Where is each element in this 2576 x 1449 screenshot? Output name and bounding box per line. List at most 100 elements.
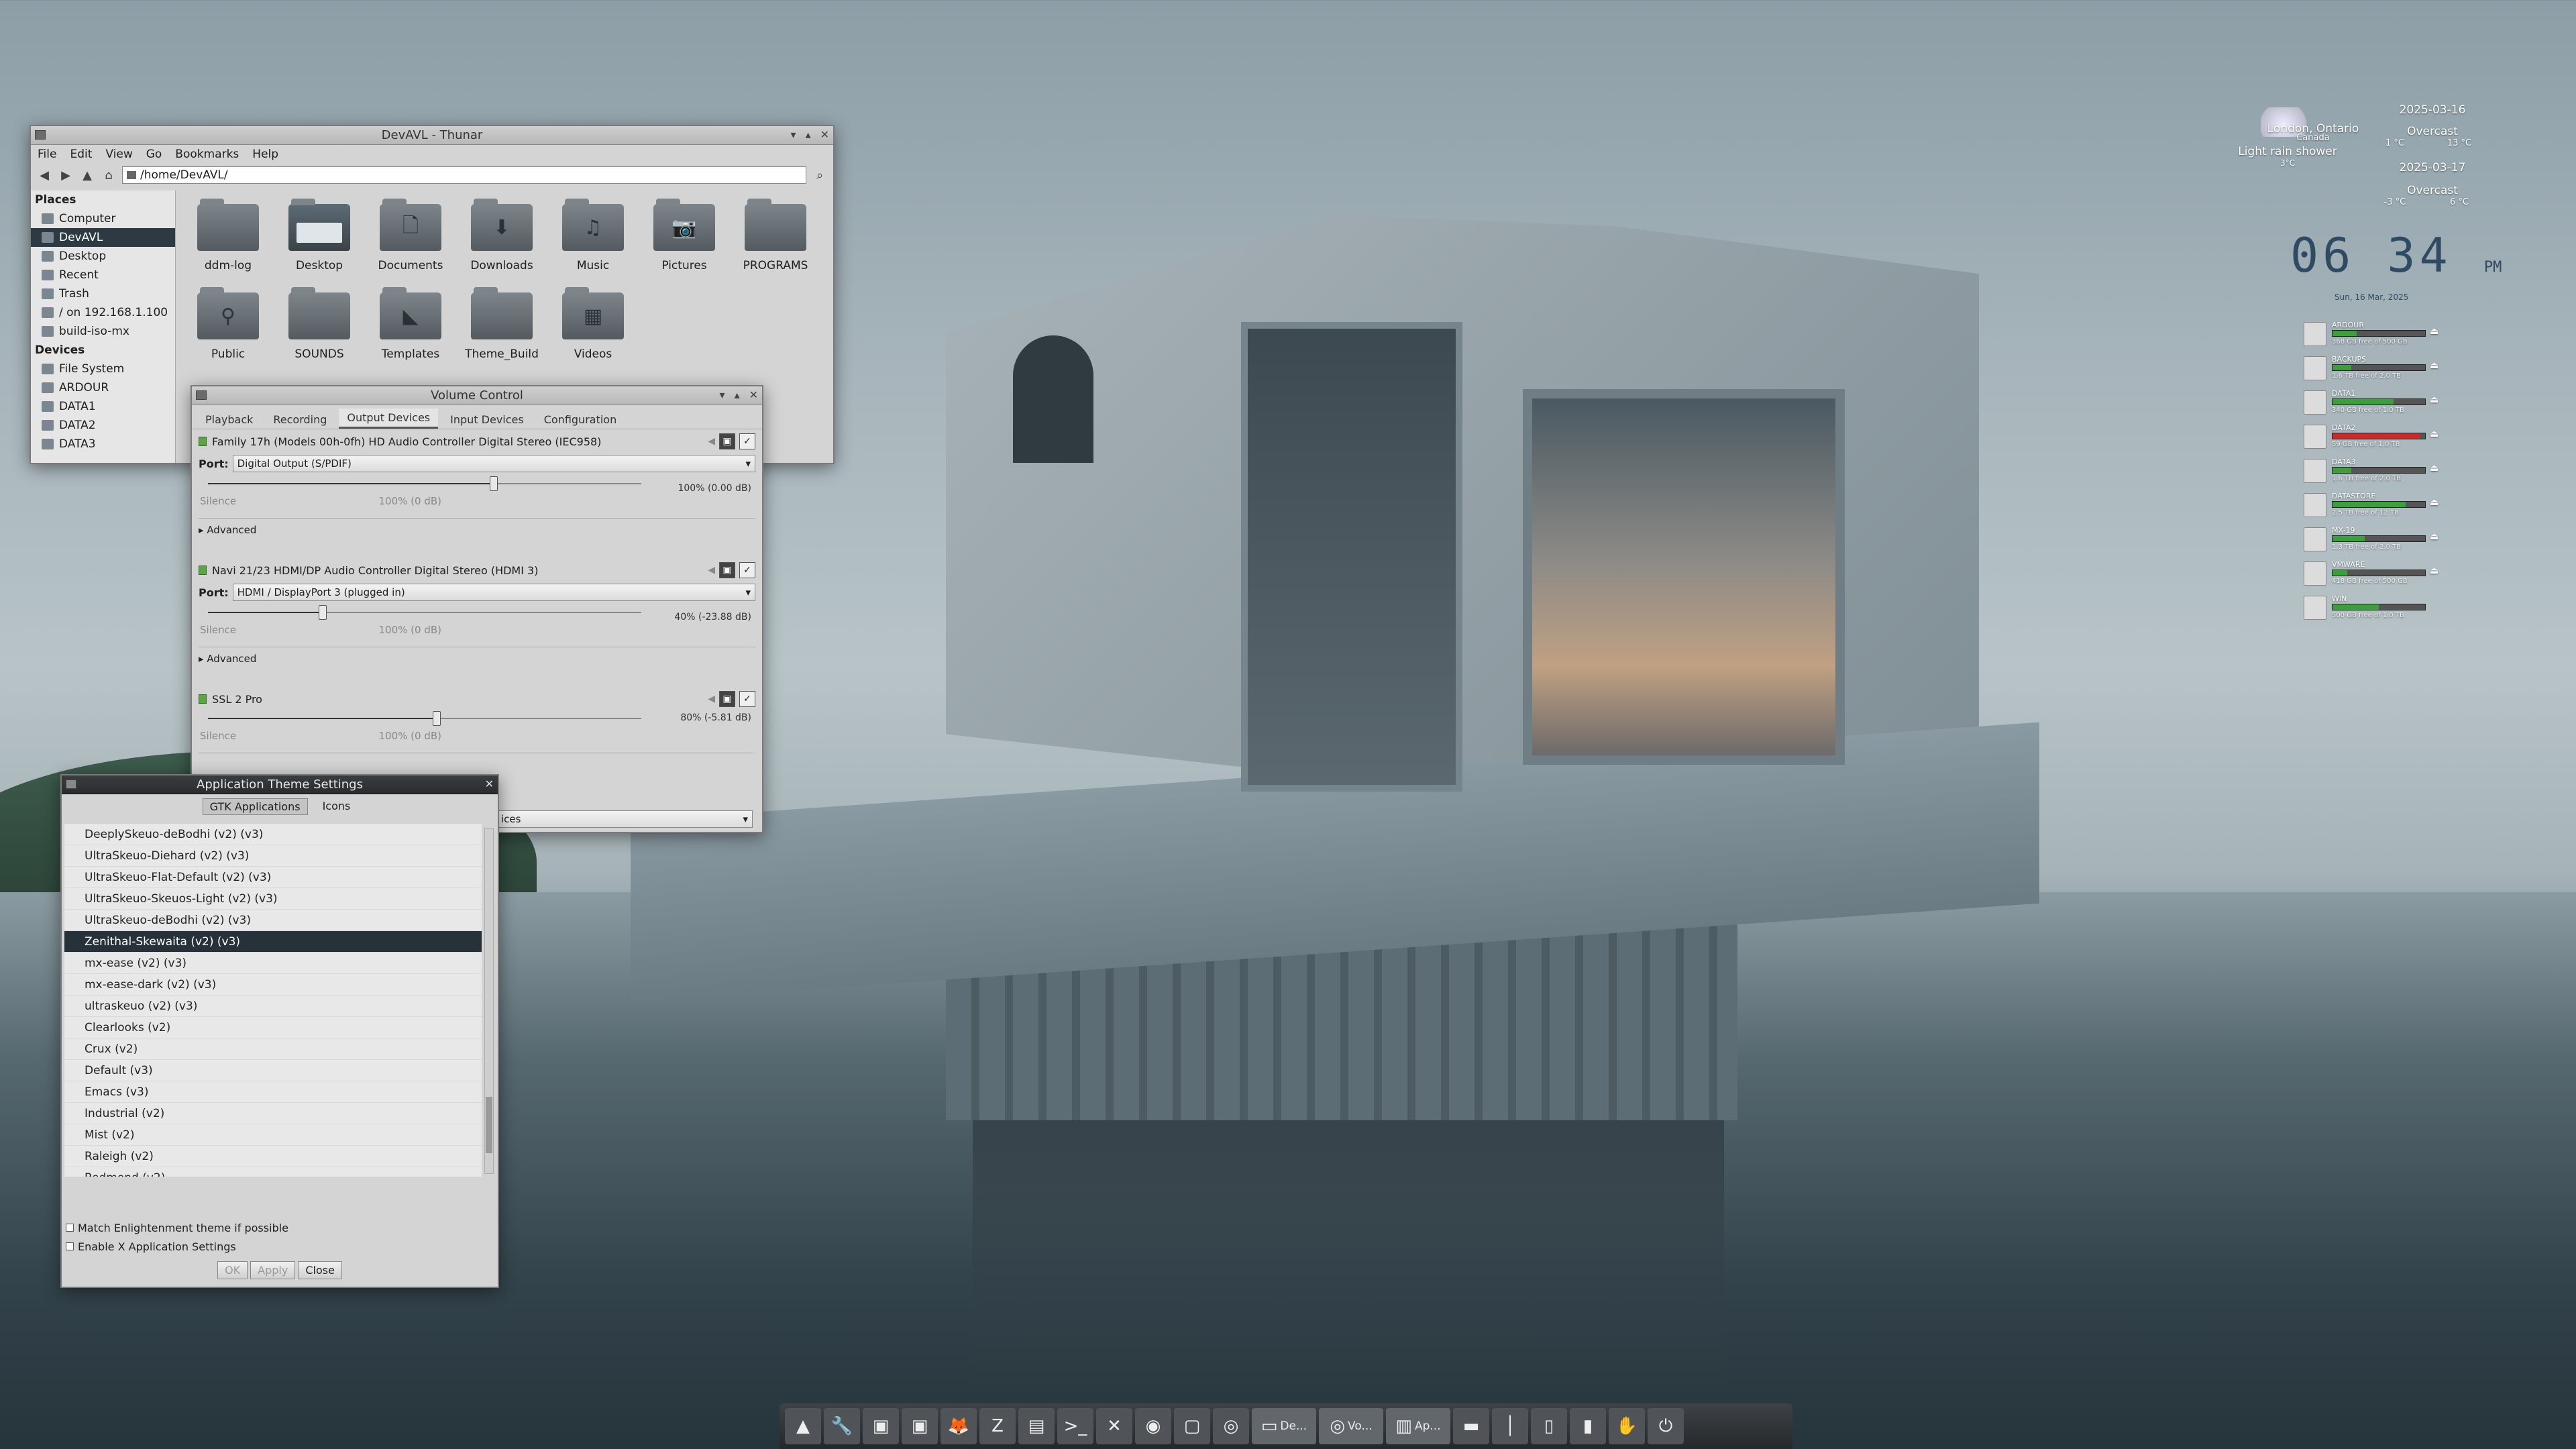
thunar-titlebar[interactable]: DevAVL - Thunar ▾ ▴ ✕ — [31, 126, 833, 145]
checkbox-icon[interactable] — [66, 1224, 74, 1232]
window-menu-icon[interactable] — [66, 780, 76, 789]
close-button[interactable]: Close — [298, 1261, 342, 1279]
theme-list-item[interactable]: Crux (v2) — [64, 1038, 482, 1060]
sidebar-item-data2[interactable]: DATA2 — [31, 416, 175, 435]
taskbar-menu-arrow[interactable]: ▲ — [785, 1408, 821, 1444]
folder-item[interactable]: PROGRAMS — [730, 199, 821, 284]
window-menu-icon[interactable] — [35, 130, 46, 140]
lock-channels-toggle[interactable]: ✓ — [739, 433, 755, 449]
advanced-expander[interactable]: ▸ Advanced — [199, 647, 755, 665]
theme-list-item[interactable]: ultraskeuo (v2) (v3) — [64, 996, 482, 1017]
theme-list-item[interactable]: Clearlooks (v2) — [64, 1017, 482, 1038]
eject-icon[interactable]: ⏏ — [2430, 326, 2438, 337]
theme-list-item[interactable]: Industrial (v2) — [64, 1103, 482, 1124]
taskbar-desktop-1[interactable]: ▣ — [863, 1408, 899, 1444]
folder-item[interactable]: ⬇ Downloads — [456, 199, 547, 284]
volume-slider[interactable] — [208, 605, 641, 624]
taskbar-power[interactable]: ⏻ — [1648, 1408, 1684, 1444]
sidebar-item-trash[interactable]: Trash — [31, 284, 175, 303]
theme-list-item[interactable]: UltraSkeuo-Diehard (v2) (v3) — [64, 845, 482, 867]
match-enlightenment-option[interactable]: Match Enlightenment theme if possible — [66, 1218, 288, 1237]
taskbar-audio[interactable]: ◎ — [1213, 1408, 1249, 1444]
theme-titlebar[interactable]: Application Theme Settings ✕ — [62, 775, 498, 794]
taskbar-thunar-task[interactable]: ▭ De... — [1252, 1408, 1316, 1444]
disk-gadget[interactable]: MX-19 1.3 TB free of 2.0 TB ⏏ — [2304, 526, 2445, 555]
disk-gadget[interactable]: DATA3 1.6 TB free of 2.0 TB ⏏ — [2304, 458, 2445, 487]
slider-knob[interactable] — [433, 711, 441, 726]
volume-slider[interactable] — [208, 711, 641, 730]
theme-list-item[interactable]: UltraSkeuo-deBodhi (v2) (v3) — [64, 910, 482, 931]
ok-button[interactable]: OK — [217, 1261, 248, 1279]
theme-list-item[interactable]: Redmond (v2) — [64, 1167, 482, 1177]
taskbar-theme-task[interactable]: ▥ Ap... — [1386, 1408, 1450, 1444]
tab-icons[interactable]: Icons — [316, 798, 358, 815]
disk-gadget[interactable]: DATA2 59 GB free of 1.0 TB ⏏ — [2304, 423, 2445, 453]
sidebar-item-data1[interactable]: DATA1 — [31, 397, 175, 416]
menu-bookmarks[interactable]: Bookmarks — [175, 148, 239, 161]
eject-icon[interactable]: ⏏ — [2430, 497, 2438, 508]
location-input[interactable]: /home/DevAVL/ — [122, 166, 806, 184]
folder-item[interactable]: ddm-log — [182, 199, 274, 284]
taskbar-hand[interactable]: ✋ — [1609, 1408, 1645, 1444]
close-icon[interactable]: ✕ — [820, 128, 829, 141]
disk-gadget[interactable]: VMWARE 418 GB free of 500 GB ⏏ — [2304, 560, 2445, 590]
sidebar-item-data3[interactable]: DATA3 — [31, 435, 175, 453]
lock-channels-toggle[interactable]: ✓ — [739, 691, 755, 707]
taskbar-settings[interactable]: 🔧 — [824, 1408, 860, 1444]
forward-icon[interactable]: ▶ — [58, 168, 74, 182]
theme-list-item[interactable]: UltraSkeuo-Skeuos-Light (v2) (v3) — [64, 888, 482, 910]
minimize-icon[interactable]: ▾ — [720, 388, 725, 401]
taskbar-separator[interactable]: │ — [1492, 1408, 1528, 1444]
folder-item[interactable]: 🗋 Documents — [365, 199, 456, 284]
folder-item[interactable]: ♫ Music — [547, 199, 639, 284]
theme-list-item[interactable]: mx-ease-dark (v2) (v3) — [64, 974, 482, 996]
slider-knob[interactable] — [318, 605, 327, 620]
taskbar-keyboard-flag[interactable]: ▬ — [1453, 1408, 1489, 1444]
theme-list-item[interactable]: UltraSkeuo-Flat-Default (v2) (v3) — [64, 867, 482, 888]
mute-toggle[interactable]: ▣ — [719, 562, 735, 578]
menu-file[interactable]: File — [38, 148, 56, 161]
speaker-icon[interactable]: ◀ — [708, 565, 715, 576]
folder-item[interactable]: 📷 Pictures — [639, 199, 730, 284]
taskbar-terminal[interactable]: >_ — [1057, 1408, 1093, 1444]
sidebar-item-computer[interactable]: Computer — [31, 209, 175, 228]
tab-gtk-applications[interactable]: GTK Applications — [202, 798, 308, 815]
taskbar-filezilla[interactable]: Z — [979, 1408, 1016, 1444]
menu-help[interactable]: Help — [252, 148, 278, 161]
folder-item[interactable]: ▦ Videos — [547, 287, 639, 373]
sidebar-item-desktop[interactable]: Desktop — [31, 247, 175, 266]
folder-item[interactable]: Theme_Build — [456, 287, 547, 373]
folder-item[interactable]: ⚲ Public — [182, 287, 274, 373]
disk-gadget[interactable]: DATASTORE 2.5 TB free of 12 TB ⏏ — [2304, 492, 2445, 521]
apply-button[interactable]: Apply — [250, 1261, 296, 1279]
menu-go[interactable]: Go — [146, 148, 162, 161]
window-menu-icon[interactable] — [196, 390, 207, 400]
eject-icon[interactable]: ⏏ — [2430, 463, 2438, 474]
taskbar-pager[interactable]: ▯ — [1531, 1408, 1567, 1444]
theme-list-item[interactable]: DeeplySkeuo-deBodhi (v2) (v3) — [64, 824, 482, 845]
disk-gadget[interactable]: WIN 500 GB free of 1.0 TB — [2304, 594, 2445, 624]
tab-input-devices[interactable]: Input Devices — [442, 411, 532, 429]
folder-item[interactable]: SOUNDS — [274, 287, 365, 373]
speaker-icon[interactable]: ◀ — [708, 694, 715, 704]
port-combo[interactable]: HDMI / DisplayPort 3 (plugged in) ▾ — [232, 584, 755, 601]
folder-item[interactable]: ◣ Templates — [365, 287, 456, 373]
close-icon[interactable]: ✕ — [485, 777, 494, 790]
taskbar-tools[interactable]: ✕ — [1096, 1408, 1132, 1444]
theme-list-item[interactable]: Default (v3) — [64, 1060, 482, 1081]
sidebar-item-ardour[interactable]: ARDOUR — [31, 378, 175, 397]
theme-list-item[interactable]: mx-ease (v2) (v3) — [64, 953, 482, 974]
disk-gadget[interactable]: BACKUPS 1.6 TB free of 2.0 TB ⏏ — [2304, 355, 2445, 384]
slider-knob[interactable] — [490, 476, 498, 491]
close-icon[interactable]: ✕ — [749, 388, 758, 401]
enable-x-settings-option[interactable]: Enable X Application Settings — [66, 1237, 288, 1256]
taskbar-app-green[interactable]: ◉ — [1135, 1408, 1171, 1444]
taskbar-mixer[interactable]: ▮ — [1570, 1408, 1606, 1444]
theme-list-item[interactable]: Zenithal-Skewaita (v2) (v3) — [64, 931, 482, 953]
checkbox-icon[interactable] — [66, 1242, 74, 1250]
disk-gadget[interactable]: DATA1 340 GB free of 1.0 TB ⏏ — [2304, 389, 2445, 419]
volume-slider[interactable] — [208, 476, 641, 495]
fallback-device-combo[interactable]: ices ▾ — [496, 810, 753, 828]
tab-configuration[interactable]: Configuration — [536, 411, 625, 429]
eject-icon[interactable]: ⏏ — [2430, 531, 2438, 542]
